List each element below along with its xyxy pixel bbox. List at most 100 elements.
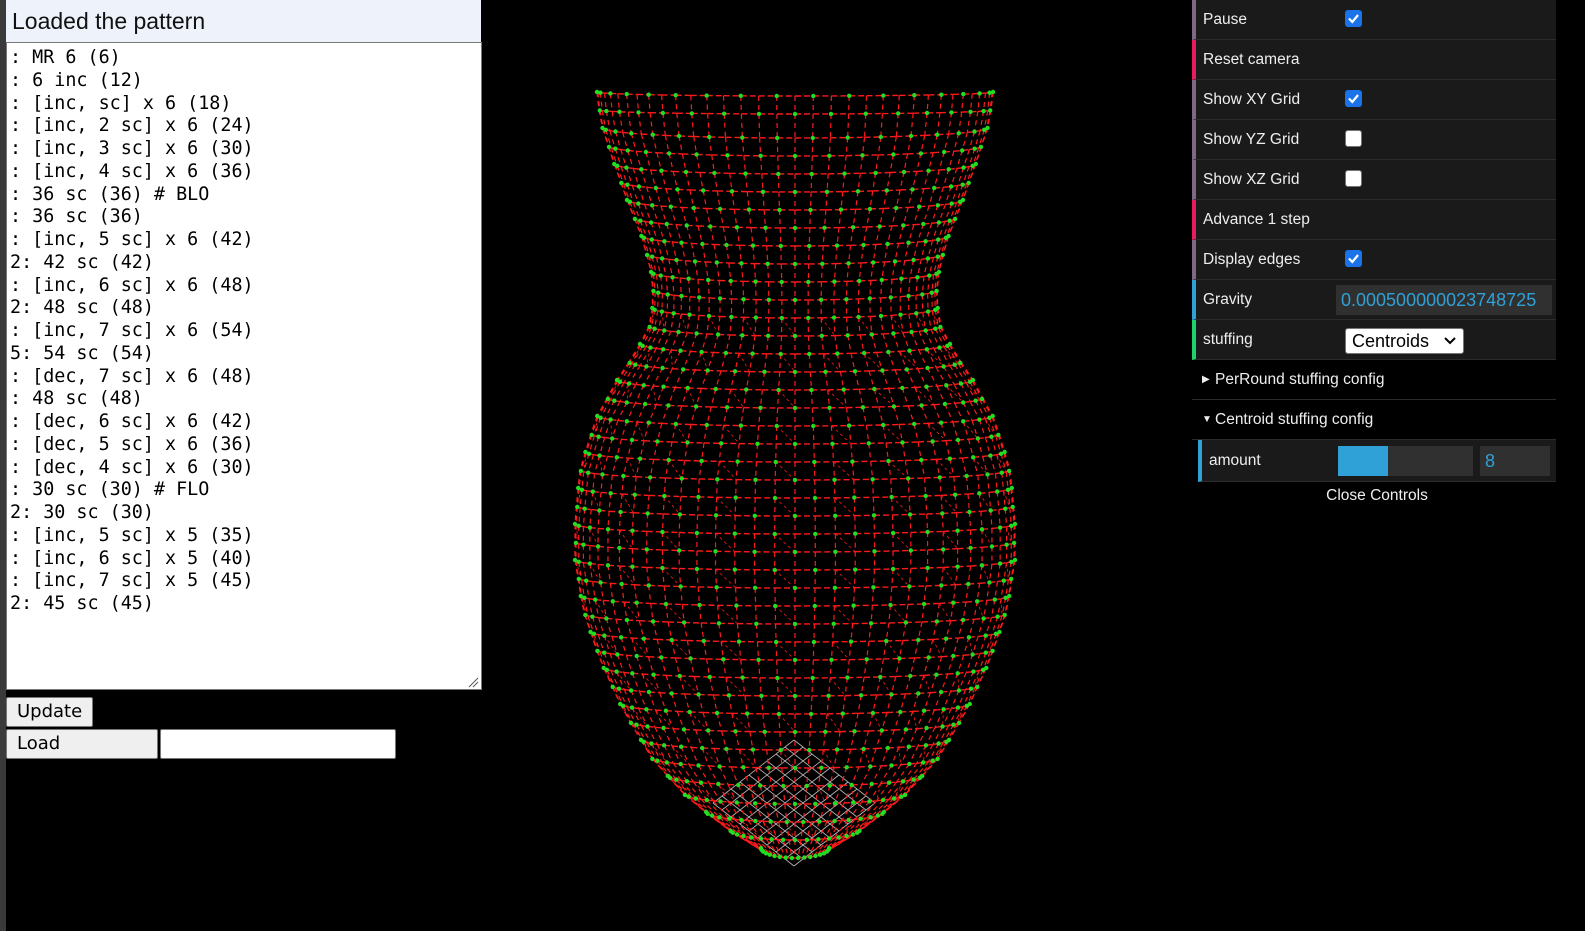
mesh-node — [745, 711, 750, 716]
mesh-node — [576, 576, 581, 582]
show-xy-grid-row[interactable]: Show XY Grid — [1192, 80, 1556, 120]
mesh-node — [685, 440, 690, 445]
display-edges-checkbox[interactable] — [1345, 250, 1362, 267]
reset-camera-button[interactable]: Reset camera — [1192, 40, 1556, 80]
mesh-node — [666, 151, 672, 156]
mesh-node — [617, 109, 622, 115]
mesh-node — [650, 203, 655, 208]
mesh-node — [685, 385, 690, 391]
amount-slider[interactable] — [1338, 446, 1473, 476]
mesh-node — [590, 489, 595, 494]
mesh-node — [667, 775, 673, 780]
mesh-node — [736, 782, 741, 788]
mesh-node — [902, 792, 908, 798]
example-input[interactable] — [160, 729, 396, 759]
update-button[interactable]: Update — [6, 697, 93, 727]
mesh-node — [975, 599, 980, 604]
mesh-node — [602, 650, 607, 655]
mesh-node — [719, 441, 724, 446]
show-yz-grid-row[interactable]: Show YZ Grid — [1192, 120, 1556, 160]
mesh-node — [610, 436, 615, 441]
close-controls-button[interactable]: Close Controls — [1198, 482, 1556, 510]
mesh-node — [763, 851, 769, 856]
mesh-node — [696, 692, 701, 697]
mesh-node — [861, 350, 867, 356]
mesh-node — [979, 563, 985, 568]
mesh-node — [582, 506, 587, 511]
mesh-node — [943, 636, 949, 641]
mesh-node — [967, 509, 972, 515]
mesh-node — [875, 813, 881, 818]
mesh-node — [810, 675, 815, 681]
mesh-node — [689, 111, 694, 116]
pattern-textarea[interactable]: : MR 6 (6) : 6 inc (12) : [inc, sc] x 6 … — [6, 42, 482, 690]
stuffing-selected-value: Centroids — [1352, 331, 1430, 351]
mesh-node — [662, 328, 667, 333]
mesh-node — [930, 439, 935, 444]
show-xy-grid-checkbox[interactable] — [1345, 90, 1362, 107]
amount-input[interactable]: 8 — [1480, 446, 1550, 476]
mesh-node — [830, 441, 835, 446]
mesh-node — [644, 252, 650, 258]
mesh-node — [919, 403, 924, 408]
mesh-node — [724, 405, 730, 410]
mesh-node — [808, 207, 813, 213]
mesh-node — [621, 703, 626, 708]
mesh-node — [898, 709, 903, 715]
mesh-node — [886, 780, 892, 785]
mesh-node — [739, 261, 744, 266]
mesh-node — [740, 675, 745, 680]
gravity-input[interactable]: 0.000500000023748725 — [1336, 285, 1552, 315]
mesh-node — [823, 369, 828, 374]
mesh-node — [857, 828, 862, 834]
mesh-node — [932, 185, 937, 191]
display-edges-row[interactable]: Display edges — [1192, 240, 1556, 280]
mesh-node — [637, 456, 643, 461]
mesh-node — [735, 459, 740, 464]
mesh-node — [596, 434, 601, 439]
advance-step-button[interactable]: Advance 1 step — [1192, 200, 1556, 240]
mesh-node — [624, 165, 629, 170]
mesh-node — [758, 783, 763, 788]
mesh-node — [652, 307, 657, 312]
mesh-node — [1006, 468, 1012, 474]
mesh-node — [886, 349, 891, 355]
mesh-node — [662, 493, 667, 499]
stuffing-select[interactable]: Centroids — [1345, 328, 1464, 354]
mesh-node — [886, 458, 891, 464]
mesh-node — [924, 110, 930, 116]
perround-folder-title: PerRound stuffing config — [1215, 371, 1385, 388]
mesh-node — [832, 818, 837, 824]
mesh-node — [772, 531, 777, 537]
mesh-node — [985, 125, 990, 131]
mesh-node — [732, 369, 738, 374]
mesh-node — [988, 108, 993, 113]
mesh-node — [968, 109, 973, 115]
load-example-button[interactable]: Load example: — [6, 729, 158, 782]
centroid-folder-title: Centroid stuffing config — [1215, 411, 1374, 428]
show-yz-grid-checkbox[interactable] — [1345, 130, 1362, 147]
mesh-node — [999, 470, 1004, 475]
show-xz-grid-checkbox[interactable] — [1345, 170, 1362, 187]
mesh-node — [792, 261, 798, 267]
mesh-node — [733, 495, 738, 500]
mesh-node — [826, 845, 832, 851]
mesh-node — [831, 621, 836, 626]
pause-row[interactable]: Pause — [1192, 0, 1556, 40]
mesh-node — [624, 91, 629, 97]
mesh-node — [613, 129, 618, 134]
mesh-node — [655, 439, 660, 444]
centroid-stuffing-folder[interactable]: ▼ Centroid stuffing config — [1192, 400, 1556, 440]
perround-stuffing-folder[interactable]: ▶ PerRound stuffing config — [1192, 360, 1556, 400]
mesh-node — [964, 473, 969, 479]
show-xz-grid-row[interactable]: Show XZ Grid — [1192, 160, 1556, 200]
mesh-node — [606, 144, 612, 150]
mesh-node — [808, 711, 814, 717]
mesh-node — [813, 801, 818, 806]
mesh-node — [912, 93, 917, 98]
mesh-node — [753, 279, 758, 284]
mesh-node — [721, 657, 726, 662]
resize-grip-icon[interactable] — [467, 676, 479, 688]
mesh-node — [881, 797, 886, 803]
pause-checkbox[interactable] — [1345, 10, 1362, 27]
